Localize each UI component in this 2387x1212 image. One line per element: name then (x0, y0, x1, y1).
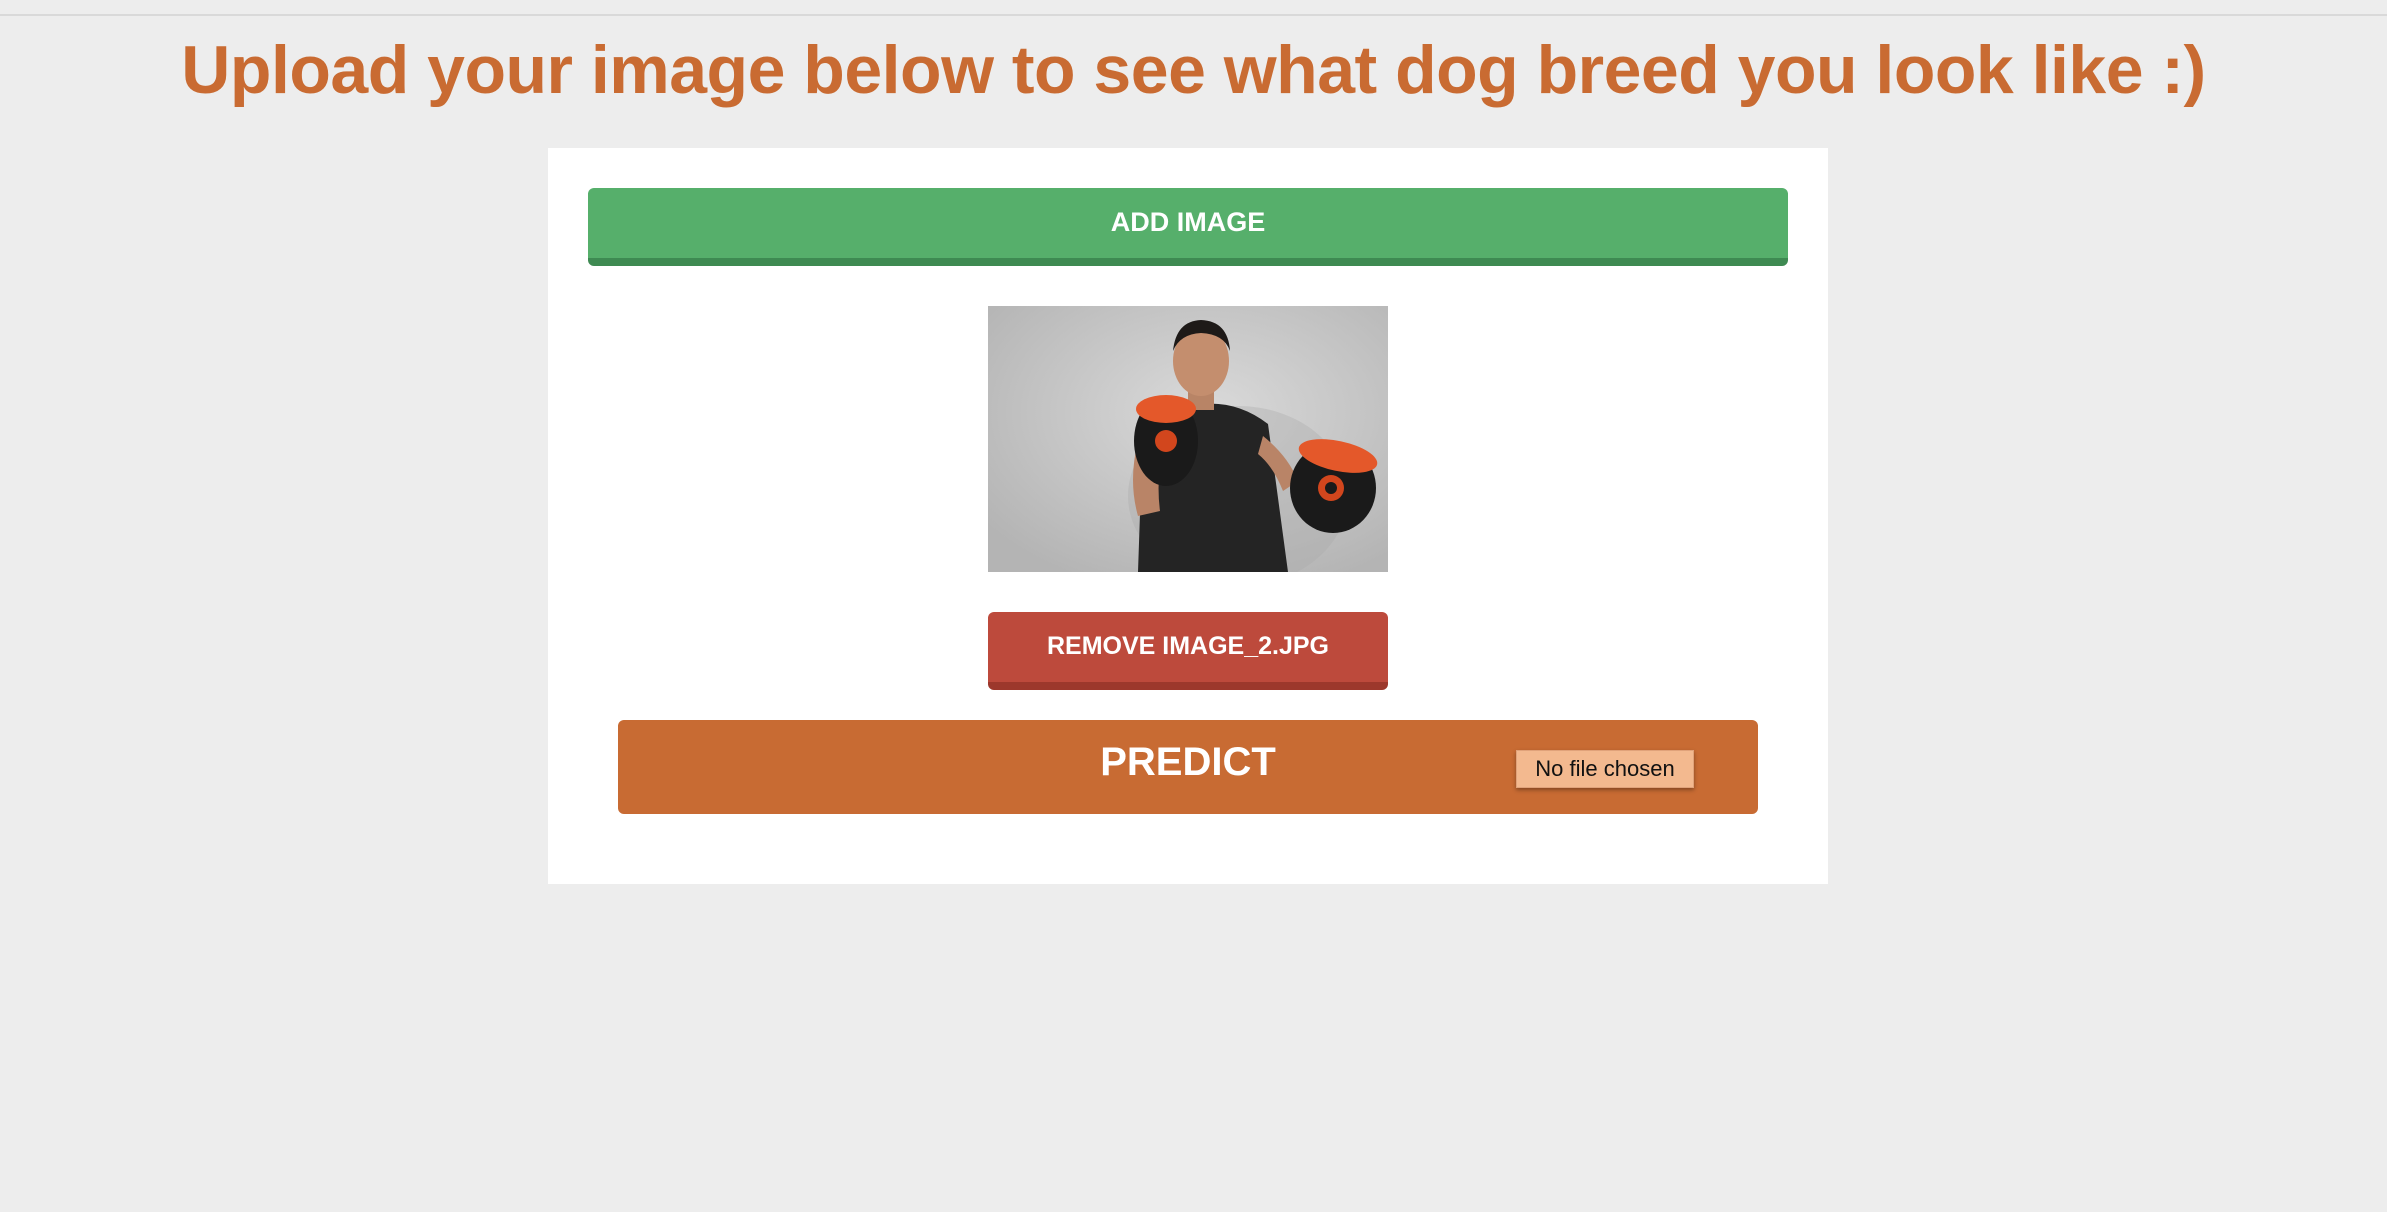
top-divider (0, 14, 2387, 16)
predict-button[interactable]: PREDICT No file chosen (618, 720, 1758, 814)
add-image-button[interactable]: ADD IMAGE (588, 188, 1788, 266)
page-title: Upload your image below to see what dog … (181, 32, 2206, 108)
file-input-status[interactable]: No file chosen (1516, 750, 1694, 788)
remove-image-button[interactable]: REMOVE IMAGE_2.JPG (988, 612, 1388, 690)
upload-card: ADD IMAGE REMOVE IMAGE_2.JPG PREDICT No … (548, 148, 1828, 884)
image-preview (988, 306, 1388, 572)
person-photo (988, 306, 1388, 572)
